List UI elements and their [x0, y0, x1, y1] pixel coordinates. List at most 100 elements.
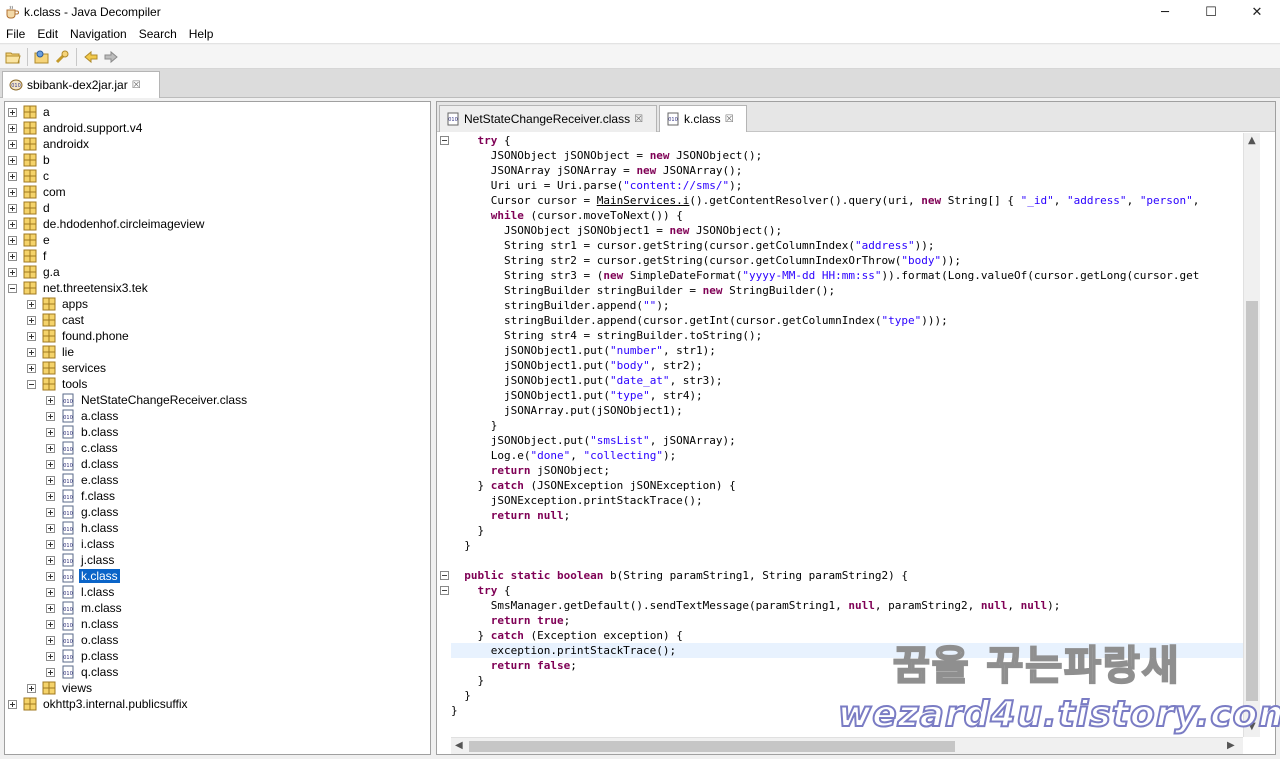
menu-file[interactable]: File [0, 24, 31, 44]
expand-icon[interactable] [46, 571, 55, 581]
expand-icon[interactable] [46, 475, 55, 485]
tree-item[interactable]: d [8, 200, 52, 216]
maximize-button[interactable]: ☐ [1188, 0, 1234, 24]
expand-icon[interactable] [46, 651, 55, 661]
tree-item[interactable]: 010 k.class [46, 568, 120, 584]
tree-item[interactable]: 010 j.class [46, 552, 116, 568]
tree-item[interactable]: b [8, 152, 52, 168]
open-file-button[interactable] [3, 47, 23, 67]
expand-icon[interactable] [46, 587, 55, 597]
expand-icon[interactable] [27, 299, 36, 309]
tree-item[interactable]: androidx [8, 136, 91, 152]
expand-icon[interactable] [46, 491, 55, 501]
expand-icon[interactable] [27, 331, 36, 341]
tree-item[interactable]: services [27, 360, 108, 376]
tree-item[interactable]: 010 b.class [46, 424, 120, 440]
tree-item[interactable]: a [8, 104, 52, 120]
close-button[interactable]: ✕ [1234, 0, 1280, 24]
tree-item[interactable]: 010 l.class [46, 584, 116, 600]
expand-icon[interactable] [8, 187, 17, 197]
tree-item[interactable]: g.a [8, 264, 62, 280]
expand-icon[interactable] [27, 347, 36, 357]
expand-icon[interactable] [46, 395, 55, 405]
expand-icon[interactable] [46, 411, 55, 421]
minimize-button[interactable]: ─ [1142, 0, 1188, 24]
tree-item[interactable]: tools [27, 376, 89, 392]
tree-item[interactable]: found.phone [27, 328, 131, 344]
expand-icon[interactable] [27, 683, 36, 693]
tree-item[interactable]: 010 o.class [46, 632, 120, 648]
expand-icon[interactable] [46, 635, 55, 645]
scroll-right-icon[interactable]: ▶ [1227, 740, 1235, 751]
tree-item[interactable]: 010 m.class [46, 600, 124, 616]
tree-item[interactable]: 010 i.class [46, 536, 116, 552]
tab-archive[interactable]: 010 sbibank-dex2jar.jar ☒ [2, 71, 160, 98]
expand-icon[interactable] [8, 107, 17, 117]
expand-icon[interactable] [8, 235, 17, 245]
tree-item[interactable]: 010 q.class [46, 664, 120, 680]
collapse-block-icon[interactable] [440, 136, 449, 145]
expand-icon[interactable] [46, 427, 55, 437]
expand-icon[interactable] [8, 139, 17, 149]
close-tab-icon[interactable]: ☒ [725, 114, 734, 125]
expand-icon[interactable] [8, 203, 17, 213]
tree-item[interactable]: net.threetensix3.tek [8, 280, 150, 296]
expand-icon[interactable] [8, 219, 17, 229]
expand-icon[interactable] [8, 251, 17, 261]
expand-icon[interactable] [8, 171, 17, 181]
vertical-scroll-thumb[interactable] [1246, 301, 1258, 701]
tree-item[interactable]: cast [27, 312, 86, 328]
menu-search[interactable]: Search [133, 24, 183, 44]
tab-netstatechangereceiver[interactable]: 010 NetStateChangeReceiver.class ☒ [439, 105, 657, 132]
tree-item[interactable]: 010 c.class [46, 440, 120, 456]
menu-navigation[interactable]: Navigation [64, 24, 133, 44]
tree-item[interactable]: apps [27, 296, 90, 312]
scroll-down-icon[interactable]: ▼ [1248, 721, 1256, 732]
tree-item[interactable]: 010 n.class [46, 616, 120, 632]
expand-icon[interactable] [46, 459, 55, 469]
tree-item[interactable]: 010 d.class [46, 456, 120, 472]
tree-item[interactable]: 010 g.class [46, 504, 120, 520]
tree-item[interactable]: e [8, 232, 52, 248]
expand-icon[interactable] [27, 363, 36, 373]
expand-icon[interactable] [46, 443, 55, 453]
menu-edit[interactable]: Edit [31, 24, 64, 44]
tree-item[interactable]: android.support.v4 [8, 120, 144, 136]
collapse-block-icon[interactable] [440, 586, 449, 595]
expand-icon[interactable] [46, 667, 55, 677]
tree-item[interactable]: 010 h.class [46, 520, 120, 536]
expand-icon[interactable] [27, 315, 36, 325]
tree-item[interactable]: com [8, 184, 68, 200]
tree-item[interactable]: f [8, 248, 48, 264]
code-view[interactable]: try { JSONObject jSONObject = new JSONOb… [451, 133, 1243, 737]
expand-icon[interactable] [46, 603, 55, 613]
expand-icon[interactable] [46, 539, 55, 549]
menu-help[interactable]: Help [183, 24, 220, 44]
tree-item[interactable]: okhttp3.internal.publicsuffix [8, 696, 190, 712]
tree-item[interactable]: 010 a.class [46, 408, 120, 424]
close-tab-icon[interactable]: ☒ [132, 80, 141, 91]
back-button[interactable] [81, 47, 101, 67]
expand-icon[interactable] [46, 523, 55, 533]
tree-item[interactable]: views [27, 680, 94, 696]
collapse-icon[interactable] [27, 379, 36, 389]
tab-k-class[interactable]: 010 k.class ☒ [659, 105, 747, 132]
expand-icon[interactable] [8, 155, 17, 165]
tree-item[interactable]: 010 e.class [46, 472, 120, 488]
vertical-scrollbar[interactable]: ▲ ▼ [1243, 133, 1260, 737]
expand-icon[interactable] [8, 123, 17, 133]
expand-icon[interactable] [8, 699, 17, 709]
scroll-up-icon[interactable]: ▲ [1248, 135, 1256, 146]
tree-item[interactable]: 010 f.class [46, 488, 117, 504]
expand-icon[interactable] [46, 507, 55, 517]
tree-item[interactable]: de.hdodenhof.circleimageview [8, 216, 206, 232]
collapse-icon[interactable] [8, 283, 17, 293]
tree-item[interactable]: 010 p.class [46, 648, 120, 664]
expand-icon[interactable] [8, 267, 17, 277]
open-type-button[interactable] [32, 47, 52, 67]
forward-button[interactable] [101, 47, 121, 67]
close-tab-icon[interactable]: ☒ [634, 114, 643, 125]
expand-icon[interactable] [46, 619, 55, 629]
tree-item[interactable]: lie [27, 344, 76, 360]
scroll-left-icon[interactable]: ◀ [455, 740, 463, 751]
